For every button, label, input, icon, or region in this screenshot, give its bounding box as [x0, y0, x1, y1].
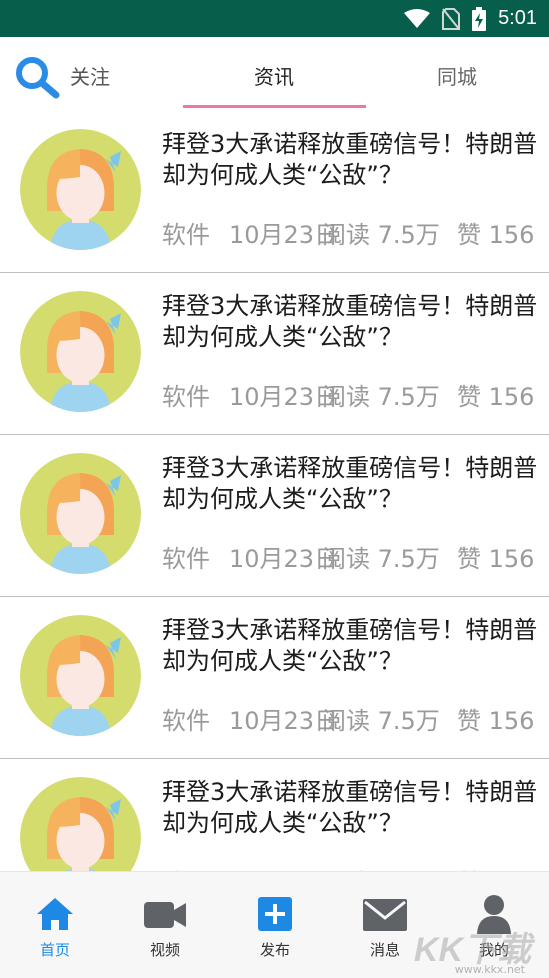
clock: 5:01: [498, 7, 537, 29]
search-icon: [16, 57, 60, 99]
nav-home-label: 首页: [39, 941, 70, 959]
nav-publish-label: 发布: [259, 941, 290, 959]
news-category: 软件: [162, 221, 210, 249]
news-title[interactable]: 拜登3大承诺释放重磅信号！特朗普却为何成人类“公敌”？: [162, 615, 544, 677]
nav-publish[interactable]: 发布: [220, 872, 330, 978]
bottom-nav: 首页 视频 发布 消息 我的 KK下载 www.kkx.net: [0, 871, 549, 978]
tab-city[interactable]: 同城: [437, 61, 477, 90]
avatar: [20, 129, 141, 250]
nav-video[interactable]: 视频: [110, 872, 220, 978]
news-reads: 阅读 7.5万: [322, 221, 440, 249]
avatar: [20, 615, 141, 736]
avatar: [20, 453, 141, 574]
nav-home[interactable]: 首页: [0, 872, 110, 978]
avatar: [20, 291, 141, 412]
news-category: 软件: [162, 545, 210, 573]
no-sim-icon: [442, 7, 461, 30]
news-category: 软件: [162, 707, 210, 735]
battery-charging-icon: [472, 6, 487, 31]
follow-tab[interactable]: 关注: [70, 61, 110, 90]
news-item[interactable]: 拜登3大承诺释放重磅信号！特朗普却为何成人类“公敌”？ 软件 10月23日 阅读…: [0, 435, 549, 597]
news-likes[interactable]: 赞 156: [457, 377, 534, 412]
news-likes[interactable]: 赞 156: [457, 701, 534, 736]
status-icons: 5:01: [404, 0, 537, 37]
tab-news[interactable]: 资讯: [254, 61, 294, 90]
mail-icon: [363, 899, 407, 931]
news-category: 软件: [162, 863, 210, 871]
home-icon: [37, 898, 73, 930]
news-item[interactable]: 拜登3大承诺释放重磅信号！特朗普却为何成人类“公敌”？ 软件 10月23日 阅读…: [0, 597, 549, 759]
news-item[interactable]: 拜登3大承诺释放重磅信号！特朗普却为何成人类“公敌”？ 软件 10月23日 阅读…: [0, 273, 549, 435]
avatar: [20, 777, 141, 871]
news-title[interactable]: 拜登3大承诺释放重磅信号！特朗普却为何成人类“公敌”？: [162, 291, 544, 353]
search-button[interactable]: [14, 55, 62, 99]
status-bar: 5:01: [0, 0, 549, 37]
add-icon: [258, 897, 292, 931]
news-item[interactable]: 拜登3大承诺释放重磅信号！特朗普却为何成人类“公敌”？ 软件 10月23日 阅读…: [0, 111, 549, 273]
news-category: 软件: [162, 383, 210, 411]
news-reads: 阅读 7.5万: [322, 545, 440, 573]
wifi-icon: [404, 8, 431, 28]
news-feed[interactable]: 拜登3大承诺释放重磅信号！特朗普却为何成人类“公敌”？ 软件 10月23日 阅读…: [0, 111, 549, 871]
news-reads: 阅读 7.5万: [322, 383, 440, 411]
news-title[interactable]: 拜登3大承诺释放重磅信号！特朗普却为何成人类“公敌”？: [162, 777, 544, 839]
news-reads: 阅读 7.5万: [322, 863, 440, 871]
news-likes[interactable]: 赞 156: [457, 863, 534, 871]
nav-video-label: 视频: [149, 941, 180, 959]
video-icon: [144, 902, 186, 928]
top-bar: 关注 资讯 同城: [0, 37, 549, 111]
news-reads: 阅读 7.5万: [322, 707, 440, 735]
news-title[interactable]: 拜登3大承诺释放重磅信号！特朗普却为何成人类“公敌”？: [162, 129, 544, 191]
news-likes[interactable]: 赞 156: [457, 215, 534, 250]
active-tab-indicator: [183, 105, 366, 108]
news-item[interactable]: 拜登3大承诺释放重磅信号！特朗普却为何成人类“公敌”？ 软件 10月23日 阅读…: [0, 759, 549, 871]
news-title[interactable]: 拜登3大承诺释放重磅信号！特朗普却为何成人类“公敌”？: [162, 453, 544, 515]
watermark-url: www.kkx.net: [454, 963, 525, 976]
news-likes[interactable]: 赞 156: [457, 539, 534, 574]
